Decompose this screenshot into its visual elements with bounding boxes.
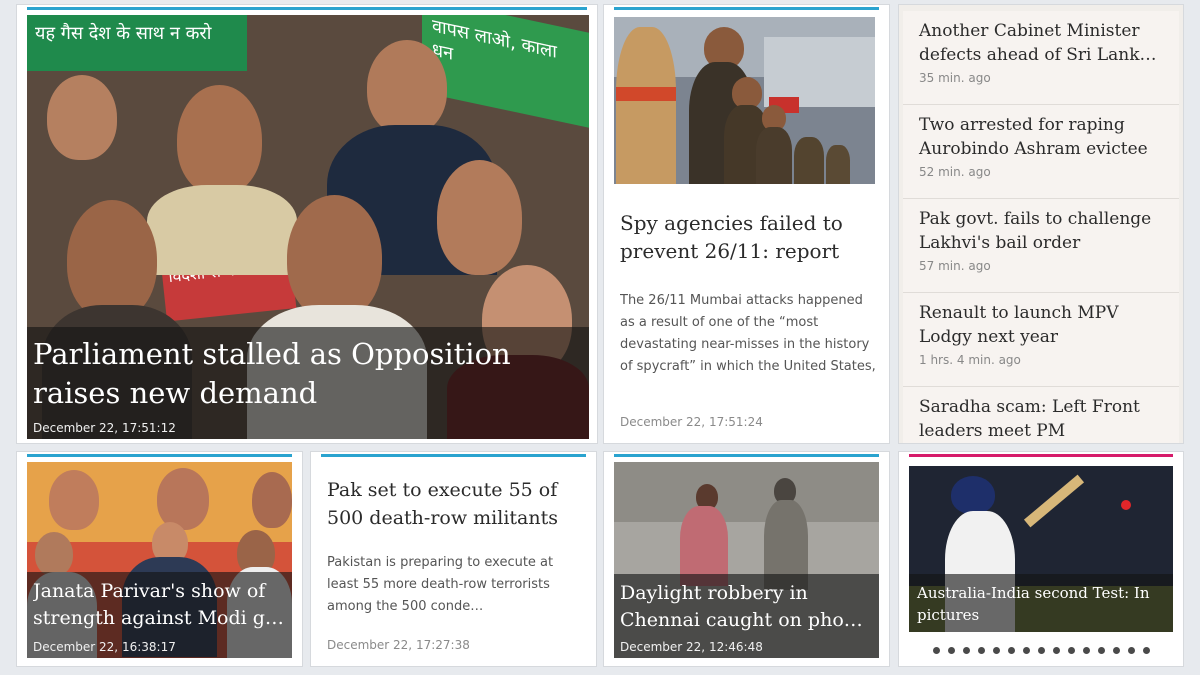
list-item-title: Saradha scam: Left Front leaders meet PM: [919, 397, 1140, 441]
pagination-dot[interactable]: [1112, 647, 1120, 654]
janata-story-overlay: Janata Parivar's show of strength agains…: [27, 572, 292, 658]
list-item-title: Pak govt. fails to challenge Lakhvi's ba…: [919, 209, 1152, 253]
pak-story-headline[interactable]: Pak set to execute 55 of 500 death-row m…: [327, 476, 585, 532]
pagination-dot[interactable]: [1037, 647, 1045, 654]
list-item-time: 57 min. ago: [919, 259, 991, 273]
gallery-pagination[interactable]: [899, 639, 1183, 658]
pagination-dot[interactable]: [932, 647, 940, 654]
spy-story-card[interactable]: Spy agencies failed to prevent 26/11: re…: [603, 4, 890, 444]
list-item-title: Another Cabinet Minister defects ahead o…: [919, 21, 1157, 65]
janata-story-image[interactable]: Janata Parivar's show of strength agains…: [27, 462, 292, 658]
list-item[interactable]: Two arrested for raping Aurobindo Ashram…: [903, 105, 1179, 199]
pagination-dot[interactable]: [962, 647, 970, 654]
pagination-dot[interactable]: [1127, 647, 1135, 654]
list-item[interactable]: Saradha scam: Left Front leaders meet PM: [903, 387, 1179, 443]
pagination-dot[interactable]: [1067, 647, 1075, 654]
card-accent-line: [27, 454, 292, 457]
spy-story-summary: The 26/11 Mumbai attacks happened as a r…: [620, 293, 876, 374]
main-story-overlay: Parliament stalled as Opposition raises …: [27, 327, 589, 439]
janata-story-timestamp: December 22, 16:38:17: [33, 640, 176, 654]
janata-story-headline[interactable]: Janata Parivar's show of strength agains…: [33, 578, 284, 632]
chennai-story-image[interactable]: Daylight robbery in Chennai caught on ph…: [614, 462, 879, 658]
card-accent-line: [614, 7, 879, 10]
pagination-dot[interactable]: [992, 647, 1000, 654]
main-story-headline[interactable]: Parliament stalled as Opposition raises …: [33, 335, 553, 413]
chennai-story-overlay: Daylight robbery in Chennai caught on ph…: [614, 574, 879, 658]
card-accent-line: [909, 454, 1173, 457]
pak-story-timestamp: December 22, 17:27:38: [327, 638, 470, 652]
main-story-image[interactable]: यह गैस देश के साथ न करो वापस लाओ, काला ध…: [27, 15, 589, 439]
news-list-panel: Another Cabinet Minister defects ahead o…: [898, 4, 1184, 444]
list-item[interactable]: Pak govt. fails to challenge Lakhvi's ba…: [903, 199, 1179, 293]
pagination-dot[interactable]: [947, 647, 955, 654]
list-item[interactable]: Another Cabinet Minister defects ahead o…: [903, 11, 1179, 105]
card-accent-line: [27, 7, 587, 10]
banner-right: वापस लाओ, काला धन: [422, 15, 589, 128]
cricket-gallery-image[interactable]: Australia-India second Test: In pictures: [909, 466, 1173, 632]
janata-story-card[interactable]: Janata Parivar's show of strength agains…: [16, 451, 303, 667]
pagination-dot[interactable]: [1007, 647, 1015, 654]
cricket-gallery-card[interactable]: Australia-India second Test: In pictures: [898, 451, 1184, 667]
list-item-time: 35 min. ago: [919, 71, 991, 85]
spy-story-timestamp: December 22, 17:51:24: [620, 415, 763, 429]
cricket-gallery-caption: Australia-India second Test: In pictures: [917, 584, 1150, 624]
main-story-card[interactable]: यह गैस देश के साथ न करो वापस लाओ, काला ध…: [16, 4, 598, 444]
banner-left: यह गैस देश के साथ न करो: [27, 15, 247, 71]
card-accent-line: [321, 454, 586, 457]
pagination-dot[interactable]: [1097, 647, 1105, 654]
pagination-dot[interactable]: [1082, 647, 1090, 654]
list-item-title: Renault to launch MPV Lodgy next year: [919, 303, 1119, 347]
card-accent-line: [614, 454, 879, 457]
list-item-time: 52 min. ago: [919, 165, 991, 179]
pak-story-summary: Pakistan is preparing to execute at leas…: [327, 555, 554, 614]
pagination-dot[interactable]: [1142, 647, 1150, 654]
pagination-dot[interactable]: [977, 647, 985, 654]
list-item-time: 1 hrs. 4 min. ago: [919, 353, 1021, 367]
chennai-story-card[interactable]: Daylight robbery in Chennai caught on ph…: [603, 451, 890, 667]
pagination-dot[interactable]: [1022, 647, 1030, 654]
list-item-title: Two arrested for raping Aurobindo Ashram…: [919, 115, 1148, 159]
chennai-story-headline[interactable]: Daylight robbery in Chennai caught on ph…: [620, 580, 871, 634]
list-item[interactable]: Renault to launch MPV Lodgy next year 1 …: [903, 293, 1179, 387]
chennai-story-timestamp: December 22, 12:46:48: [620, 640, 763, 654]
cricket-gallery-overlay: Australia-India second Test: In pictures: [909, 574, 1173, 632]
main-story-timestamp: December 22, 17:51:12: [33, 421, 176, 435]
spy-story-headline[interactable]: Spy agencies failed to prevent 26/11: re…: [620, 209, 878, 265]
spy-story-image[interactable]: [614, 17, 875, 184]
pak-story-card[interactable]: Pak set to execute 55 of 500 death-row m…: [310, 451, 597, 667]
pagination-dot[interactable]: [1052, 647, 1060, 654]
